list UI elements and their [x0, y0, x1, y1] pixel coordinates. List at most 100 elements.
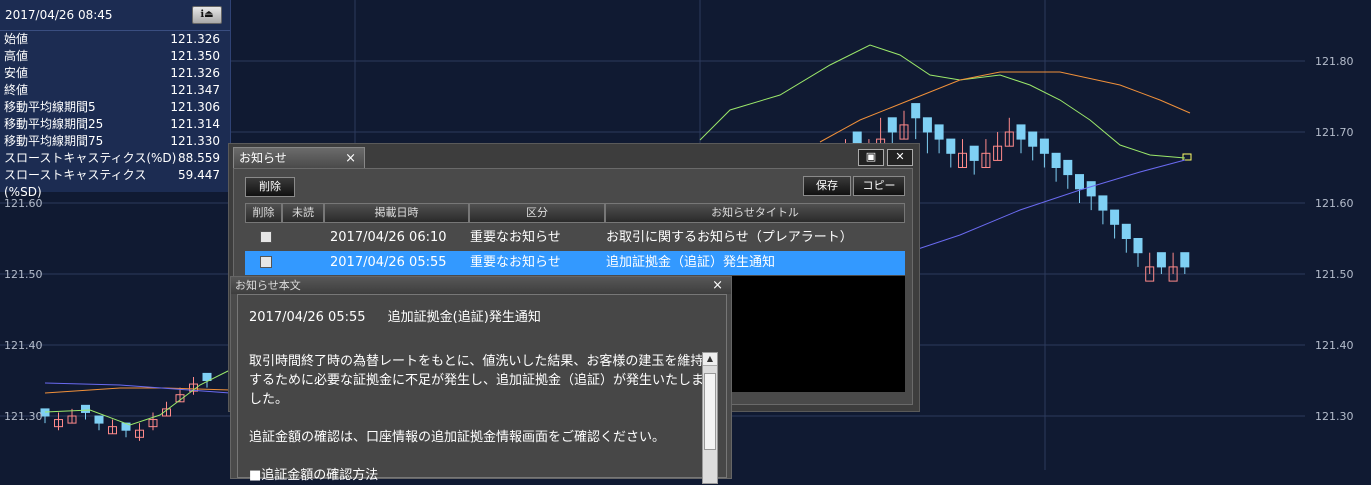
info-row-label: 高値	[4, 49, 29, 63]
candle-body	[1086, 181, 1096, 197]
message-paragraph: ■追証金額の確認方法	[249, 468, 379, 483]
message-window-title: お知らせ本文	[235, 279, 301, 292]
column-header-datetime[interactable]: 掲載日時	[324, 203, 469, 223]
info-row: 安値 121.326	[0, 65, 230, 82]
price-label: 121.40	[1315, 339, 1354, 352]
info-row-value: 88.559	[178, 151, 220, 165]
price-label: 121.80	[1315, 55, 1354, 68]
column-header-unread[interactable]: 未読	[282, 203, 324, 223]
info-row-label: 始値	[4, 32, 29, 46]
copy-button[interactable]: コピー	[853, 176, 905, 196]
message-subject: 追加証拠金(追証)発生通知	[387, 310, 541, 325]
candle-body	[969, 145, 979, 161]
message-date: 2017/04/26 05:55	[249, 310, 366, 325]
ma75-line	[914, 159, 1186, 251]
info-toggle-button[interactable]: ℹ⏏	[192, 6, 222, 24]
message-scrollbar[interactable]: ▲	[702, 352, 718, 484]
price-label: 121.50	[1315, 268, 1354, 281]
candle-body	[946, 138, 956, 154]
candle-body	[1098, 195, 1108, 211]
candle-body	[1028, 131, 1038, 147]
message-paragraph: 取引時間終了時の為替レートをもとに、値洗いした結果、お客様の建玉を維持するために…	[249, 354, 705, 407]
info-row-value: 121.330	[170, 134, 220, 148]
message-titlebar[interactable]: お知らせ本文 ×	[231, 277, 731, 294]
message-header: 2017/04/26 05:55 追加証拠金(追証)発生通知	[249, 306, 541, 325]
tab-notice[interactable]: お知らせ ×	[233, 147, 365, 168]
info-row-label: 移動平均線期間5	[4, 100, 96, 114]
info-row-value: 121.306	[170, 100, 220, 114]
info-row-value: 121.326	[170, 32, 220, 46]
price-label-left: 121.30	[4, 410, 43, 423]
candle-body	[1075, 174, 1084, 190]
candle-body	[934, 124, 944, 140]
message-text: 取引時間終了時の為替レートをもとに、値洗いした結果、お客様の建玉を維持するために…	[249, 352, 704, 485]
current-price-marker	[1182, 153, 1192, 161]
candle-body	[1039, 138, 1049, 154]
candle-body	[1156, 252, 1166, 268]
info-row: 移動平均線期間5 121.306	[0, 99, 230, 116]
row-title: 追加証拠金（追証）発生通知	[606, 255, 776, 270]
column-header-delete[interactable]: 削除	[245, 203, 282, 223]
info-row: 終値 121.347	[0, 82, 230, 99]
column-header-title[interactable]: お知らせタイトル	[605, 203, 905, 223]
candle-body	[1063, 159, 1073, 176]
save-button[interactable]: 保存	[803, 176, 851, 196]
info-row-value: 121.347	[170, 83, 220, 97]
row-delete-checkbox[interactable]	[260, 256, 272, 268]
column-header-category[interactable]: 区分	[469, 203, 605, 223]
candle-body	[1110, 209, 1120, 225]
ma5-line	[699, 44, 1186, 159]
row-delete-checkbox[interactable]	[260, 231, 272, 243]
notice-table-header: 削除 未読 掲載日時 区分 お知らせタイトル	[245, 203, 905, 223]
info-row: スローストキャスティクス(%D) 88.559	[0, 150, 230, 167]
info-datetime: 2017/04/26 08:45	[5, 8, 113, 22]
price-label-left: 121.40	[4, 339, 43, 352]
info-row-label: 移動平均線期間75	[4, 134, 104, 148]
table-row-selected[interactable]: 2017/04/26 05:55 重要なお知らせ 追加証拠金（追証）発生通知	[245, 251, 905, 275]
candle-body	[911, 103, 921, 119]
candle-body	[1051, 152, 1061, 169]
info-row: 始値 121.326	[0, 31, 230, 48]
info-row-value: 121.350	[170, 49, 220, 63]
info-row-value: 121.314	[170, 117, 220, 131]
close-window-button[interactable]: ✕	[887, 149, 913, 166]
candle-body	[202, 372, 212, 381]
candle-body	[81, 404, 90, 413]
price-label: 121.30	[1315, 410, 1354, 423]
info-row: 移動平均線期間75 121.330	[0, 133, 230, 150]
candle-body	[94, 415, 104, 424]
tab-close-icon[interactable]: ×	[345, 148, 356, 169]
candle-body	[1016, 124, 1026, 140]
row-title: お取引に関するお知らせ（プレアラート）	[606, 230, 853, 245]
table-row[interactable]: 2017/04/26 06:10 重要なお知らせ お取引に関するお知らせ（プレア…	[245, 226, 905, 250]
message-content: 2017/04/26 05:55 追加証拠金(追証)発生通知 取引時間終了時の為…	[237, 294, 727, 484]
message-window: お知らせ本文 × 2017/04/26 05:55 追加証拠金(追証)発生通知 …	[230, 276, 732, 484]
price-label-left: 121.50	[4, 268, 43, 281]
row-datetime: 2017/04/26 05:55	[330, 255, 447, 270]
scroll-thumb[interactable]	[704, 373, 716, 450]
ma5-line-left	[44, 369, 231, 426]
info-rows: 始値 121.326 高値 121.350 安値 121.326 終値 121.347 移動平均…	[0, 31, 230, 199]
ohlc-info-panel: 2017/04/26 08:45 ℹ⏏ 始値 121.326 高値 121.350 安値…	[0, 0, 231, 199]
candle-body	[1180, 252, 1190, 268]
message-paragraph: 追証金額の確認は、口座情報の追加証拠金情報画面をご確認ください。	[249, 430, 666, 445]
info-row-label: 終値	[4, 83, 29, 97]
scroll-up-icon[interactable]: ▲	[703, 353, 717, 366]
delete-button[interactable]: 削除	[245, 177, 295, 197]
info-row-value: 59.447	[178, 168, 220, 182]
info-row-label: スローストキャスティクス(%SD)	[4, 168, 147, 199]
price-label: 121.60	[1315, 197, 1354, 210]
info-row-label: 安値	[4, 66, 29, 80]
candle-body	[922, 117, 932, 133]
tab-notice-label: お知らせ	[239, 151, 287, 165]
candle-body	[1121, 223, 1131, 240]
info-row-label: スローストキャスティクス(%D)	[4, 151, 177, 165]
info-row-label: 移動平均線期間25	[4, 117, 104, 131]
candle-body	[887, 117, 897, 133]
row-datetime: 2017/04/26 06:10	[330, 230, 447, 245]
row-category: 重要なお知らせ	[470, 230, 561, 245]
close-icon[interactable]: ×	[712, 277, 723, 294]
info-row: 高値 121.350	[0, 48, 230, 65]
maximize-button[interactable]: ▣	[858, 149, 884, 166]
info-row: スローストキャスティクス(%SD) 59.447	[0, 167, 230, 199]
